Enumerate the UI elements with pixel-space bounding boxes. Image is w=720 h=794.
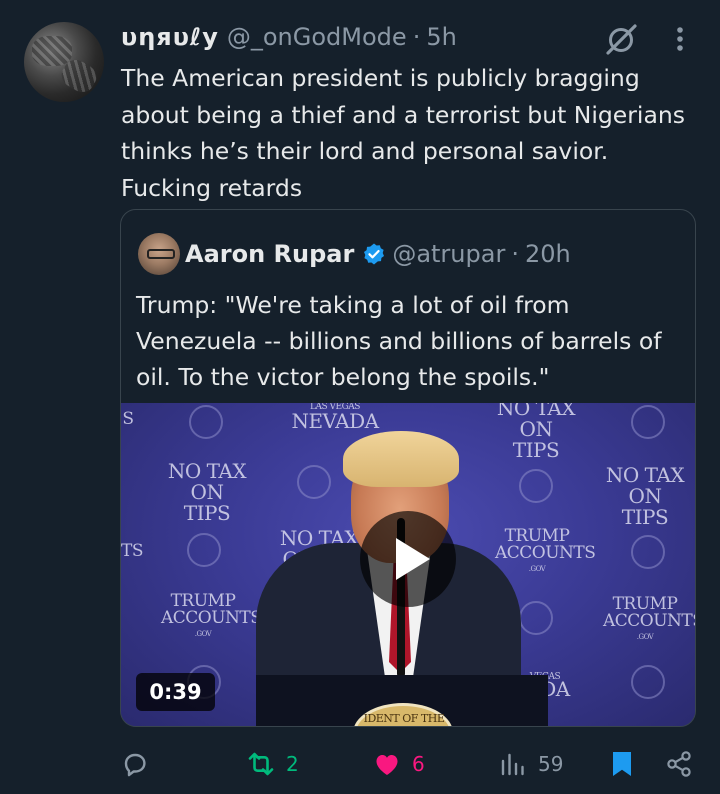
retweet-button[interactable]: 2: [246, 742, 299, 786]
backdrop-seal: [297, 465, 331, 499]
backdrop-text: NEVADA: [291, 409, 379, 433]
author-avatar[interactable]: [24, 22, 104, 102]
backdrop-seal: [189, 405, 223, 439]
author-handle[interactable]: @_onGodMode: [227, 23, 407, 51]
speaker-hair: [343, 431, 459, 487]
backdrop-text: ACCOUNTS: [161, 608, 262, 628]
backdrop-text: ON TIPS: [183, 480, 231, 525]
backdrop-seal: [519, 469, 553, 503]
backdrop-seal: [631, 405, 665, 439]
backdrop-text: ON TIPS: [512, 417, 560, 462]
backdrop-text: .GOV: [194, 630, 212, 638]
like-count: 6: [412, 752, 425, 776]
backdrop-text: TS: [121, 541, 144, 561]
quoted-author-handle[interactable]: @atrupar: [392, 240, 505, 268]
action-bar: 2 6 59: [0, 742, 720, 786]
backdrop-text: ACCOUNTS: [603, 611, 696, 631]
more-options-icon[interactable]: [669, 22, 691, 56]
quoted-author-avatar[interactable]: [138, 233, 180, 275]
quoted-tweet-text: Trump: "We're taking a lot of oil from V…: [136, 291, 662, 391]
quoted-header-separator: ·: [511, 240, 519, 268]
grok-icon[interactable]: [604, 22, 638, 56]
backdrop-text: .GOV: [636, 633, 654, 641]
header-separator: ·: [412, 23, 421, 51]
reply-icon: [124, 753, 146, 777]
quoted-author-display-name[interactable]: Aaron Rupar: [185, 240, 354, 268]
author-display-name[interactable]: υηяυℓу: [121, 23, 219, 51]
tweet-header: υηяυℓу @_onGodMode · 5h: [121, 20, 457, 54]
tweet-text: The American president is publicly bragg…: [121, 64, 685, 202]
reply-button[interactable]: [120, 742, 150, 786]
seal-text: IDENT OF THE U: [363, 712, 445, 725]
tweet-timestamp[interactable]: 5h: [426, 23, 456, 51]
verified-badge-icon: [364, 243, 385, 265]
backdrop-text: S: [122, 409, 134, 429]
bookmark-icon: [613, 752, 631, 776]
quoted-tweet-timestamp[interactable]: 20h: [525, 240, 571, 268]
heart-icon: [376, 755, 398, 775]
retweet-count: 2: [286, 752, 299, 776]
quoted-tweet-header: Aaron Rupar @atrupar · 20h: [185, 236, 571, 272]
backdrop-seal: [187, 533, 221, 567]
backdrop-text: NO TAX: [167, 459, 247, 483]
view-count: 59: [538, 752, 564, 776]
like-button[interactable]: 6: [372, 742, 425, 786]
play-button[interactable]: [360, 511, 456, 607]
video-duration: 0:39: [136, 673, 215, 711]
backdrop-text: NO TAX: [605, 463, 685, 487]
views-button[interactable]: 59: [498, 742, 563, 786]
backdrop-seal: [519, 601, 553, 635]
quoted-tweet-card[interactable]: Aaron Rupar @atrupar · 20h Trump: "We're…: [120, 209, 696, 727]
retweet-icon: [248, 752, 274, 776]
backdrop-seal: [631, 665, 665, 699]
share-icon: [667, 751, 691, 777]
backdrop-text: .GOV: [528, 565, 546, 573]
bar-chart-icon: [501, 753, 524, 776]
share-button[interactable]: [664, 742, 694, 786]
backdrop-seal: [631, 535, 665, 569]
bookmark-button[interactable]: [607, 742, 637, 786]
backdrop-text: ACCOUNTS: [495, 543, 596, 563]
video-player[interactable]: S LAS VEGAS NEVADA NO TAX ON TIPS NO TAX…: [121, 403, 696, 726]
backdrop-text: ON TIPS: [621, 484, 669, 529]
